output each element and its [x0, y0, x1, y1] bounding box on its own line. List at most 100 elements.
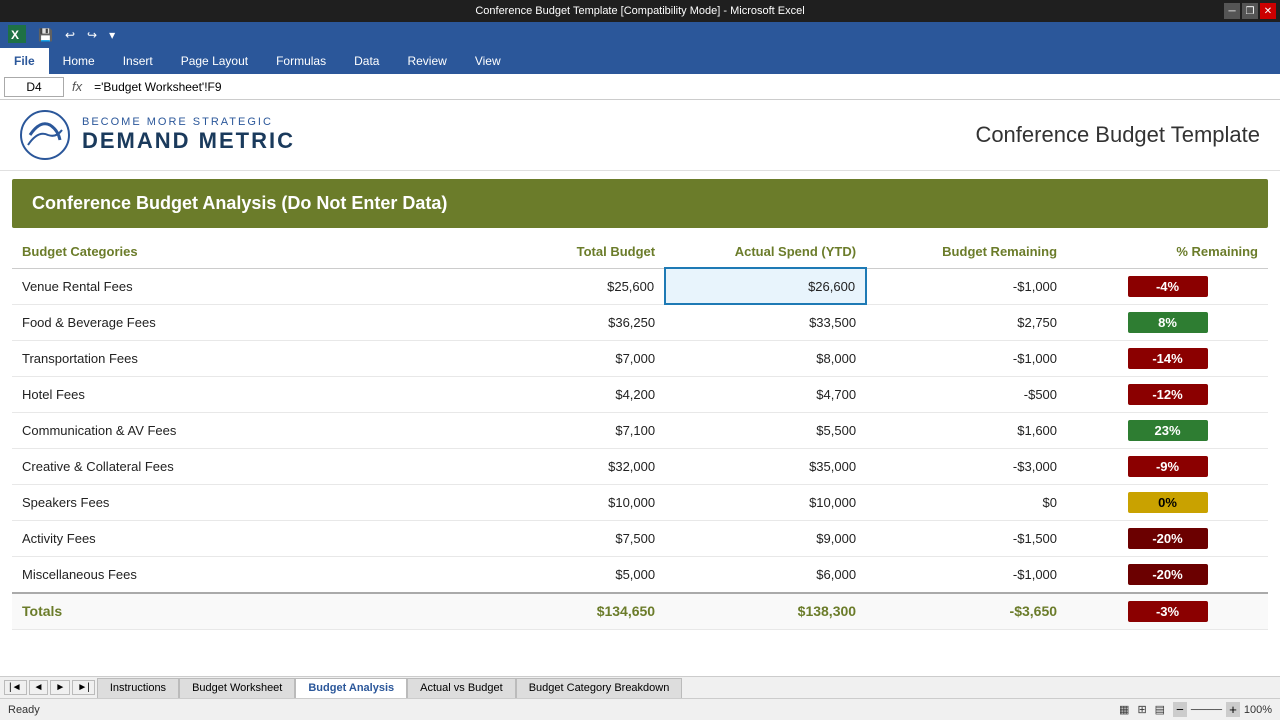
window-controls: ─ ❐ ✕ [1224, 3, 1276, 19]
cell-total-budget[interactable]: $7,500 [489, 520, 665, 556]
tab-formulas[interactable]: Formulas [262, 48, 340, 74]
percent-badge: -12% [1128, 384, 1208, 405]
totals-percent: -3% [1067, 593, 1268, 630]
tab-data[interactable]: Data [340, 48, 393, 74]
cell-actual-spend[interactable]: $26,600 [665, 268, 866, 304]
banner-text: Conference Budget Analysis (Do Not Enter… [32, 193, 447, 213]
zoom-level: 100% [1244, 704, 1272, 716]
header-area: Become More Strategic Demand Metric Conf… [0, 100, 1280, 171]
close-button[interactable]: ✕ [1260, 3, 1276, 19]
minimize-button[interactable]: ─ [1224, 3, 1240, 19]
cell-budget-remaining[interactable]: $1,600 [866, 412, 1067, 448]
cell-category[interactable]: Food & Beverage Fees [12, 304, 489, 340]
main-title: Conference Budget Template [975, 122, 1260, 148]
status-bar: Ready ▦ ⊞ ▤ − ──── + 100% [0, 698, 1280, 720]
percent-badge: -9% [1128, 456, 1208, 477]
quick-access-toolbar: X 💾 ↩ ↪ ▾ [0, 22, 1280, 48]
sheet-nav-prev[interactable]: ◄ [29, 680, 49, 695]
cell-budget-remaining[interactable]: -$500 [866, 376, 1067, 412]
cell-category[interactable]: Venue Rental Fees [12, 268, 489, 304]
tab-review[interactable]: Review [393, 48, 460, 74]
percent-badge: -20% [1128, 528, 1208, 549]
cell-category[interactable]: Communication & AV Fees [12, 412, 489, 448]
layout-page-icon[interactable]: ⊞ [1137, 703, 1146, 716]
cell-percent-remaining[interactable]: 0% [1067, 484, 1268, 520]
zoom-slider[interactable]: ──── [1191, 704, 1222, 716]
tab-file[interactable]: File [0, 48, 49, 74]
cell-total-budget[interactable]: $5,000 [489, 556, 665, 593]
cell-category[interactable]: Miscellaneous Fees [12, 556, 489, 593]
ribbon-tabs: File Home Insert Page Layout Formulas Da… [0, 48, 1280, 74]
table-row: Food & Beverage Fees $36,250 $33,500 $2,… [12, 304, 1268, 340]
cell-percent-remaining[interactable]: -4% [1067, 268, 1268, 304]
cell-budget-remaining[interactable]: $2,750 [866, 304, 1067, 340]
redo-button[interactable]: ↪ [83, 26, 101, 44]
col-header-actual-spend: Actual Spend (YTD) [665, 236, 866, 268]
tab-view[interactable]: View [461, 48, 515, 74]
table-row: Communication & AV Fees $7,100 $5,500 $1… [12, 412, 1268, 448]
cell-total-budget[interactable]: $7,000 [489, 340, 665, 376]
tab-page-layout[interactable]: Page Layout [167, 48, 262, 74]
cell-percent-remaining[interactable]: -20% [1067, 520, 1268, 556]
percent-badge: -20% [1128, 564, 1208, 585]
cell-budget-remaining[interactable]: -$3,000 [866, 448, 1067, 484]
save-button[interactable]: 💾 [34, 26, 57, 44]
sheet-tab-budget-worksheet[interactable]: Budget Worksheet [179, 678, 295, 698]
cell-actual-spend[interactable]: $4,700 [665, 376, 866, 412]
cell-percent-remaining[interactable]: 23% [1067, 412, 1268, 448]
cell-actual-spend[interactable]: $6,000 [665, 556, 866, 593]
cell-budget-remaining[interactable]: -$1,000 [866, 268, 1067, 304]
tab-insert[interactable]: Insert [109, 48, 167, 74]
cell-category[interactable]: Activity Fees [12, 520, 489, 556]
cell-actual-spend[interactable]: $5,500 [665, 412, 866, 448]
cell-actual-spend[interactable]: $9,000 [665, 520, 866, 556]
cell-total-budget[interactable]: $4,200 [489, 376, 665, 412]
layout-normal-icon[interactable]: ▦ [1119, 703, 1129, 716]
col-header-total-budget: Total Budget [489, 236, 665, 268]
cell-reference-input[interactable] [4, 77, 64, 97]
cell-category[interactable]: Speakers Fees [12, 484, 489, 520]
formula-input[interactable] [90, 80, 1276, 94]
sheet-tab-actual-vs-budget[interactable]: Actual vs Budget [407, 678, 516, 698]
cell-percent-remaining[interactable]: -9% [1067, 448, 1268, 484]
tab-home[interactable]: Home [49, 48, 109, 74]
sheet-tab-category-breakdown[interactable]: Budget Category Breakdown [516, 678, 683, 698]
quick-access-dropdown[interactable]: ▾ [105, 26, 119, 44]
cell-budget-remaining[interactable]: $0 [866, 484, 1067, 520]
logo-section: Become More Strategic Demand Metric [20, 110, 295, 160]
cell-budget-remaining[interactable]: -$1,500 [866, 520, 1067, 556]
sheet-nav-first[interactable]: |◄ [4, 680, 27, 695]
layout-break-icon[interactable]: ▤ [1155, 703, 1165, 716]
excel-icon[interactable]: X [4, 23, 30, 48]
cell-budget-remaining[interactable]: -$1,000 [866, 340, 1067, 376]
table-header-row: Budget Categories Total Budget Actual Sp… [12, 236, 1268, 268]
undo-button[interactable]: ↩ [61, 26, 79, 44]
sheet-nav-last[interactable]: ►| [72, 680, 95, 695]
cell-actual-spend[interactable]: $10,000 [665, 484, 866, 520]
sheet-nav-next[interactable]: ► [50, 680, 70, 695]
cell-total-budget[interactable]: $36,250 [489, 304, 665, 340]
cell-category[interactable]: Creative & Collateral Fees [12, 448, 489, 484]
cell-percent-remaining[interactable]: -20% [1067, 556, 1268, 593]
cell-actual-spend[interactable]: $8,000 [665, 340, 866, 376]
title-bar: Conference Budget Template [Compatibilit… [0, 0, 1280, 22]
cell-percent-remaining[interactable]: -12% [1067, 376, 1268, 412]
cell-percent-remaining[interactable]: -14% [1067, 340, 1268, 376]
cell-actual-spend[interactable]: $35,000 [665, 448, 866, 484]
cell-total-budget[interactable]: $25,600 [489, 268, 665, 304]
sheet-tab-budget-analysis[interactable]: Budget Analysis [295, 678, 407, 698]
cell-percent-remaining[interactable]: 8% [1067, 304, 1268, 340]
cell-category[interactable]: Hotel Fees [12, 376, 489, 412]
restore-button[interactable]: ❐ [1242, 3, 1258, 19]
sheet-tab-instructions[interactable]: Instructions [97, 678, 179, 698]
demand-metric-logo [20, 110, 70, 160]
cell-total-budget[interactable]: $10,000 [489, 484, 665, 520]
percent-badge: -14% [1128, 348, 1208, 369]
cell-total-budget[interactable]: $32,000 [489, 448, 665, 484]
cell-total-budget[interactable]: $7,100 [489, 412, 665, 448]
cell-category[interactable]: Transportation Fees [12, 340, 489, 376]
cell-budget-remaining[interactable]: -$1,000 [866, 556, 1067, 593]
cell-actual-spend[interactable]: $33,500 [665, 304, 866, 340]
zoom-in-button[interactable]: + [1226, 702, 1240, 717]
zoom-out-button[interactable]: − [1173, 702, 1187, 717]
